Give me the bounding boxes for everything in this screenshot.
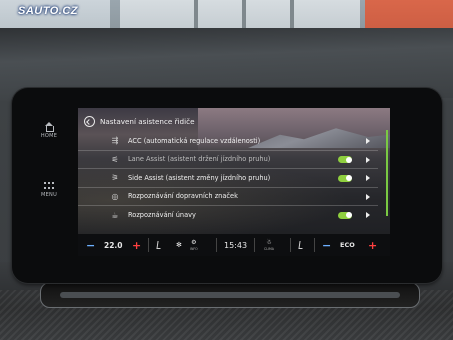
eco-mode-label: ECO <box>340 241 355 249</box>
settings-list: ⇶ ACC (automatická regulace vzdálenosti)… <box>78 132 378 225</box>
screen-header: Nastavení asistence řidiče <box>84 114 195 128</box>
air-vent-slat <box>60 292 400 298</box>
lane-assist-icon: ⚟ <box>111 154 119 164</box>
list-item-acc[interactable]: ⇶ ACC (automatická regulace vzdálenosti) <box>78 132 378 151</box>
list-item-label: Rozpoznávání únavy <box>128 211 196 220</box>
list-item-label: Rozpoznávání dopravních značek <box>128 192 238 201</box>
seat-heat-right-button[interactable] <box>298 234 306 256</box>
list-item-fatigue[interactable]: ☕ Rozpoznávání únavy <box>78 206 378 225</box>
watermark-logo: SAUTO.CZ <box>18 5 79 17</box>
time-display: 15:43 <box>224 240 248 250</box>
acc-icon: ⇶ <box>111 136 119 146</box>
list-item-label: Side Assist (asistent změny jízdního pru… <box>128 173 271 182</box>
fan-button[interactable]: ✻ <box>176 234 182 256</box>
traffic-sign-icon: ◎ <box>111 191 119 201</box>
temp-minus-button[interactable]: − <box>86 234 95 256</box>
fan-minus-button[interactable]: − <box>322 234 331 256</box>
clima-button[interactable]: ☃ CLIMA <box>264 234 274 256</box>
climate-status-bar: − 22.0 + ✻ ⚙ INFO 15:43 ☃ CLIMA − ECO + <box>78 234 390 256</box>
menu-label: MENU <box>40 192 58 198</box>
minus-icon: − <box>86 238 96 252</box>
fan-icon: ✻ <box>176 241 182 249</box>
divider <box>148 238 149 252</box>
seat-heating-icon <box>156 241 164 249</box>
minus-icon: − <box>322 238 332 252</box>
list-item-lane-assist[interactable]: ⚟ Lane Assist (asistent držení jízdního … <box>78 151 378 169</box>
divider <box>216 238 217 252</box>
info-button[interactable]: ⚙ INFO <box>190 234 198 256</box>
fatigue-toggle[interactable] <box>338 211 352 219</box>
divider <box>254 238 255 252</box>
side-assist-toggle[interactable] <box>338 174 352 182</box>
chevron-right-icon <box>366 175 370 181</box>
plus-icon: + <box>132 238 142 252</box>
list-item-side-assist[interactable]: ⚞ Side Assist (asistent změny jízdního p… <box>78 169 378 188</box>
list-item-label: Lane Assist (asistent držení jízdního pr… <box>128 155 271 164</box>
info-label: INFO <box>190 247 198 251</box>
clock: 15:43 <box>224 234 247 256</box>
home-icon <box>44 122 54 132</box>
chevron-right-icon <box>366 138 370 144</box>
temperature-readout: 22.0 <box>104 234 123 256</box>
back-icon[interactable] <box>84 115 95 127</box>
side-assist-icon: ⚞ <box>111 173 119 183</box>
sync-icon: ⚙ <box>191 239 197 246</box>
seat-heat-button[interactable] <box>156 234 164 256</box>
chevron-right-icon <box>366 212 370 218</box>
menu-button[interactable]: MENU <box>28 182 70 198</box>
infotainment-screen: Nastavení asistence řidiče ⇶ ACC (automa… <box>78 108 390 256</box>
list-item-traffic-signs[interactable]: ◎ Rozpoznávání dopravních značek <box>78 188 378 206</box>
temperature-value: 22.0 <box>104 240 123 250</box>
scroll-indicator <box>386 130 388 216</box>
chevron-right-icon <box>366 156 370 163</box>
fatigue-icon: ☕ <box>111 210 119 220</box>
chevron-right-icon <box>366 193 370 200</box>
divider <box>290 238 291 252</box>
side-buttons: HOME MENU <box>28 112 70 260</box>
home-button[interactable]: HOME <box>28 122 70 139</box>
divider <box>314 238 315 252</box>
menu-grid-icon <box>44 182 54 190</box>
fan-plus-button[interactable]: + <box>368 234 377 256</box>
home-label: HOME <box>40 133 58 139</box>
airflow-icon: ☃ <box>266 239 272 246</box>
lane-assist-toggle[interactable] <box>338 156 352 163</box>
seat-heating-icon <box>298 241 306 249</box>
photo-background: SAUTO.CZ HOME MENU Nastavení asistence ř… <box>0 0 453 340</box>
page-title: Nastavení asistence řidiče <box>100 116 195 126</box>
temp-plus-button[interactable]: + <box>132 234 141 256</box>
list-item-label: ACC (automatická regulace vzdálenosti) <box>128 136 261 145</box>
plus-icon: + <box>368 238 378 252</box>
clima-label: CLIMA <box>264 247 274 251</box>
mode-readout: ECO <box>340 234 355 256</box>
